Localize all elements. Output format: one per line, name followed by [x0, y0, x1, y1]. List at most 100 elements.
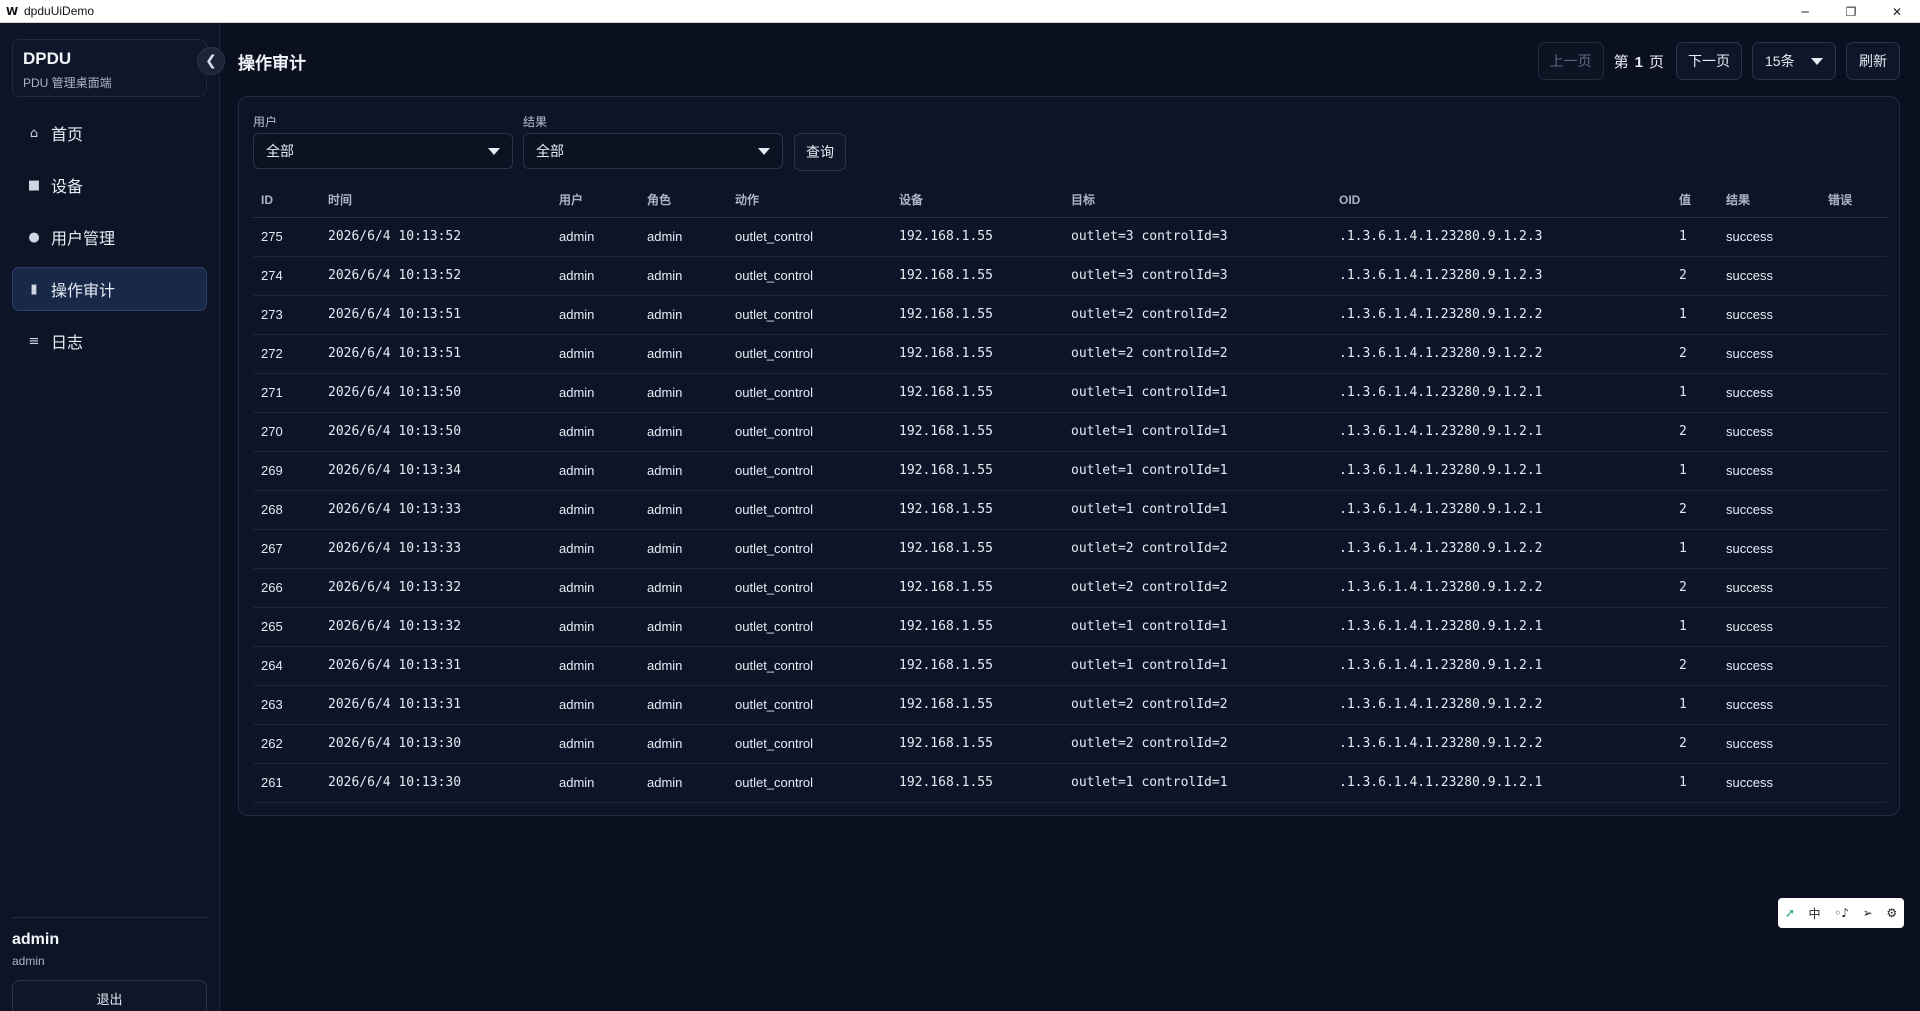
- table-row[interactable]: 268 2026/6/4 10:13:33 admin admin outlet_con…: [253, 490, 1887, 530]
- ime-settings-icon[interactable]: ⚙: [1886, 906, 1897, 920]
- cell-action: outlet_control: [727, 256, 891, 296]
- column-header: 用户: [551, 183, 639, 218]
- cell-role: admin: [639, 763, 727, 803]
- cell-device: 192.168.1.55: [891, 256, 1063, 296]
- table-row[interactable]: 266 2026/6/4 10:13:32 admin admin outlet_con…: [253, 568, 1887, 608]
- sidebar-item-label: 首页: [51, 127, 84, 144]
- cell-time: 2026/6/4 10:13:33: [320, 490, 551, 530]
- ime-punctuation-icon[interactable]: ◦♪: [1834, 906, 1849, 920]
- cell-value: 1: [1671, 373, 1718, 413]
- cell-time: 2026/6/4 10:13:51: [320, 334, 551, 374]
- cell-role: admin: [639, 295, 727, 335]
- cell-oid: .1.3.6.1.4.1.23280.9.1.2.3: [1331, 217, 1671, 257]
- cell-role: admin: [639, 412, 727, 452]
- cell-device: 192.168.1.55: [891, 763, 1063, 803]
- cell-target: outlet=1 controlId=1: [1063, 763, 1331, 803]
- cell-role: admin: [639, 256, 727, 296]
- cell-time: 2026/6/4 10:13:30: [320, 724, 551, 764]
- restore-icon[interactable]: ❐: [1828, 0, 1874, 23]
- column-header: 动作: [727, 183, 891, 218]
- table-row[interactable]: 273 2026/6/4 10:13:51 admin admin outlet_con…: [253, 295, 1887, 335]
- cell-error: [1820, 685, 1887, 725]
- query-button[interactable]: 查询: [794, 133, 846, 171]
- cell-result: success: [1718, 607, 1820, 647]
- cell-target: outlet=1 controlId=1: [1063, 646, 1331, 686]
- cell-result: success: [1718, 685, 1820, 725]
- cell-user: admin: [551, 490, 639, 530]
- sidebar-item-audit[interactable]: ▮ 操作审计: [12, 267, 207, 311]
- cell-oid: .1.3.6.1.4.1.23280.9.1.2.1: [1331, 607, 1671, 647]
- cell-user: admin: [551, 334, 639, 374]
- table-row[interactable]: 274 2026/6/4 10:13:52 admin admin outlet_con…: [253, 256, 1887, 296]
- minimize-icon[interactable]: ─: [1782, 0, 1828, 23]
- cell-device: 192.168.1.55: [891, 568, 1063, 608]
- ime-logo-icon[interactable]: ➚: [1785, 906, 1795, 920]
- ime-language-toggle[interactable]: 中: [1809, 905, 1821, 922]
- close-icon[interactable]: ✕: [1874, 0, 1920, 23]
- sidebar-item-users[interactable]: ● 用户管理: [12, 215, 207, 259]
- sidebar-item-home[interactable]: ⌂ 首页: [12, 111, 207, 155]
- result-filter-select[interactable]: 全部: [523, 133, 783, 169]
- table-row[interactable]: 269 2026/6/4 10:13:34 admin admin outlet_con…: [253, 451, 1887, 491]
- cell-role: admin: [639, 334, 727, 374]
- cell-value: 2: [1671, 412, 1718, 452]
- cell-target: outlet=1 controlId=1: [1063, 490, 1331, 530]
- cell-oid: .1.3.6.1.4.1.23280.9.1.2.2: [1331, 295, 1671, 335]
- cell-result: success: [1718, 334, 1820, 374]
- cell-target: outlet=2 controlId=2: [1063, 295, 1331, 335]
- user-filter-select[interactable]: 全部: [253, 133, 513, 169]
- cell-oid: .1.3.6.1.4.1.23280.9.1.2.2: [1331, 568, 1671, 608]
- next-page-button[interactable]: 下一页: [1676, 42, 1742, 80]
- table-header-row: ID 时间 用户 角色 动作 设备 目标 OID 值结果 错误: [253, 183, 1887, 218]
- prev-page-button[interactable]: 上一页: [1537, 42, 1604, 80]
- cell-error: [1820, 295, 1887, 335]
- table-row[interactable]: 265 2026/6/4 10:13:32 admin admin outlet_con…: [253, 607, 1887, 647]
- table-row[interactable]: 271 2026/6/4 10:13:50 admin admin outlet_con…: [253, 373, 1887, 413]
- refresh-button[interactable]: 刷新: [1846, 42, 1900, 80]
- cell-device: 192.168.1.55: [891, 451, 1063, 491]
- column-header: OID: [1331, 183, 1671, 218]
- cell-id: 273: [253, 295, 320, 335]
- cell-result: success: [1718, 373, 1820, 413]
- sidebar-item-logs[interactable]: ≡ 日志: [12, 319, 207, 363]
- page-size-select[interactable]: 15条: [1752, 42, 1836, 80]
- cell-time: 2026/6/4 10:13:31: [320, 646, 551, 686]
- cell-id: 267: [253, 529, 320, 569]
- table-row[interactable]: 263 2026/6/4 10:13:31 admin admin outlet_con…: [253, 685, 1887, 725]
- cell-action: outlet_control: [727, 334, 891, 374]
- cell-user: admin: [551, 763, 639, 803]
- ime-send-icon[interactable]: ➢: [1863, 906, 1873, 920]
- cell-user: admin: [551, 217, 639, 257]
- table-row[interactable]: 267 2026/6/4 10:13:33 admin admin outlet_con…: [253, 529, 1887, 569]
- table-row[interactable]: 270 2026/6/4 10:13:50 admin admin outlet_con…: [253, 412, 1887, 452]
- table-body: 275 2026/6/4 10:13:52 admin admin outlet_con…: [253, 217, 1887, 803]
- cell-user: admin: [551, 568, 639, 608]
- cell-user: admin: [551, 256, 639, 296]
- table-row[interactable]: 264 2026/6/4 10:13:31 admin admin outlet_con…: [253, 646, 1887, 686]
- cell-action: outlet_control: [727, 217, 891, 257]
- cell-user: admin: [551, 529, 639, 569]
- cell-id: 274: [253, 256, 320, 296]
- cell-error: [1820, 568, 1887, 608]
- cell-id: 263: [253, 685, 320, 725]
- result-filter-label: 结果: [523, 115, 548, 129]
- ime-toolbar[interactable]: ➚ 中 ◦♪ ➢ ⚙: [1778, 898, 1904, 928]
- cell-time: 2026/6/4 10:13:34: [320, 451, 551, 491]
- cell-device: 192.168.1.55: [891, 490, 1063, 530]
- sidebar-item-devices[interactable]: ■ 设备: [12, 163, 207, 207]
- main-content: 操作审计 上一页 第1页 下一页 15条 刷新 用户 全部 结果 全部 查询 I…: [220, 23, 1920, 1011]
- table-row[interactable]: 275 2026/6/4 10:13:52 admin admin outlet_con…: [253, 217, 1887, 257]
- cell-id: 266: [253, 568, 320, 608]
- cell-action: outlet_control: [727, 412, 891, 452]
- cell-error: [1820, 334, 1887, 374]
- table-row[interactable]: 262 2026/6/4 10:13:30 admin admin outlet_con…: [253, 724, 1887, 764]
- sidebar-item-label: 用户管理: [51, 231, 116, 248]
- table-row[interactable]: 272 2026/6/4 10:13:51 admin admin outlet_con…: [253, 334, 1887, 374]
- brand-subtitle: PDU 管理桌面端: [23, 76, 112, 90]
- brand-name: DPDU: [23, 49, 72, 68]
- cell-oid: .1.3.6.1.4.1.23280.9.1.2.2: [1331, 334, 1671, 374]
- table-row[interactable]: 261 2026/6/4 10:13:30 admin admin outlet_con…: [253, 763, 1887, 803]
- logout-button[interactable]: 退出: [12, 980, 207, 1011]
- cell-time: 2026/6/4 10:13:32: [320, 607, 551, 647]
- column-header: 设备: [891, 183, 1063, 218]
